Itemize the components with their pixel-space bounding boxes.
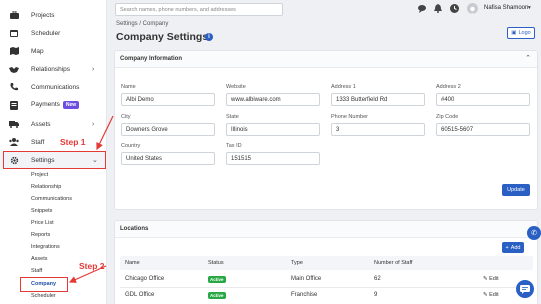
info-icon[interactable]: i	[205, 33, 213, 41]
table-row-name: Chicago Office	[125, 276, 165, 282]
edit-button[interactable]: ✎ Edit	[483, 292, 499, 298]
chevron-up-icon[interactable]: ⌃	[525, 54, 531, 62]
chat-icon[interactable]	[516, 280, 534, 298]
address2-field[interactable]: #400	[436, 93, 530, 106]
edit-label: Edit	[489, 276, 499, 282]
column-header-name: Name	[125, 260, 140, 266]
address1-field[interactable]: 1333 Butterfield Rd	[331, 93, 425, 106]
card-header: Company Information ⌃	[115, 51, 537, 68]
status-badge: Active	[208, 276, 226, 283]
table-row-staff: 9	[374, 292, 378, 298]
user-name[interactable]: Nafisa Shamoon	[484, 5, 528, 11]
pencil-icon: ✎	[483, 276, 488, 282]
state-field[interactable]: Illinois	[226, 123, 320, 136]
avatar[interactable]	[467, 3, 478, 14]
tax-id-label: Tax ID	[226, 143, 242, 149]
pencil-icon: ✎	[483, 292, 488, 298]
plus-icon: +	[505, 244, 509, 251]
name-field[interactable]: Albi Demo	[121, 93, 215, 106]
clock-icon[interactable]	[450, 4, 459, 13]
top-bar: Search names, phone numbers, and address…	[107, 0, 541, 18]
card-header: Locations	[115, 221, 537, 238]
name-label: Name	[121, 84, 136, 90]
table-row-type: Main Office	[291, 276, 322, 282]
logo-button-label: Logo	[518, 30, 531, 36]
state-label: State	[226, 114, 239, 120]
city-label: City	[121, 114, 131, 120]
table-row-staff: 62	[374, 276, 381, 282]
breadcrumb: Settings / Company	[116, 21, 169, 27]
table-header	[120, 256, 533, 270]
phone-icon[interactable]: ✆	[527, 226, 541, 240]
table-row-type: Franchise	[291, 292, 318, 298]
column-header-number-of-staff: Number of Staff	[374, 260, 413, 266]
update-button[interactable]: Update	[502, 184, 530, 196]
phone-number-label: Phone Number	[331, 114, 368, 120]
zip-code-label: Zip Code	[436, 114, 459, 120]
page-title: Company Settings	[116, 31, 209, 43]
country-field[interactable]: United States	[121, 152, 215, 165]
address2-label: Address 2	[436, 84, 461, 90]
tax-id-field[interactable]: 151515	[226, 152, 320, 165]
search-input[interactable]: Search names, phone numbers, and address…	[115, 3, 283, 16]
edit-label: Edit	[489, 292, 499, 298]
address1-label: Address 1	[331, 84, 356, 90]
country-label: Country	[121, 143, 141, 149]
column-header-type: Type	[291, 260, 303, 266]
card-title: Company Information	[120, 56, 183, 62]
logo-button[interactable]: ▣ Logo	[507, 27, 535, 39]
image-icon: ▣	[511, 30, 517, 36]
status-badge: Active	[208, 292, 226, 299]
website-field[interactable]: www.albiware.com	[226, 93, 320, 106]
edit-button[interactable]: ✎ Edit	[483, 276, 499, 282]
column-header-status: Status	[208, 260, 224, 266]
website-label: Website	[226, 84, 246, 90]
phone-number-field[interactable]: 3	[331, 123, 425, 136]
chat-bubbles-icon[interactable]	[418, 4, 427, 13]
bell-icon[interactable]	[433, 4, 442, 13]
add-button-label: Add	[510, 244, 521, 251]
caret-down-icon[interactable]: ▾	[528, 5, 531, 11]
zip-code-field[interactable]: 60515-5607	[436, 123, 530, 136]
row-divider	[120, 287, 533, 288]
city-field[interactable]: Downers Grove	[121, 123, 215, 136]
add-location-button[interactable]: + Add	[502, 242, 524, 253]
table-row-name: GDL Office	[125, 292, 155, 298]
card-title: Locations	[120, 226, 149, 232]
